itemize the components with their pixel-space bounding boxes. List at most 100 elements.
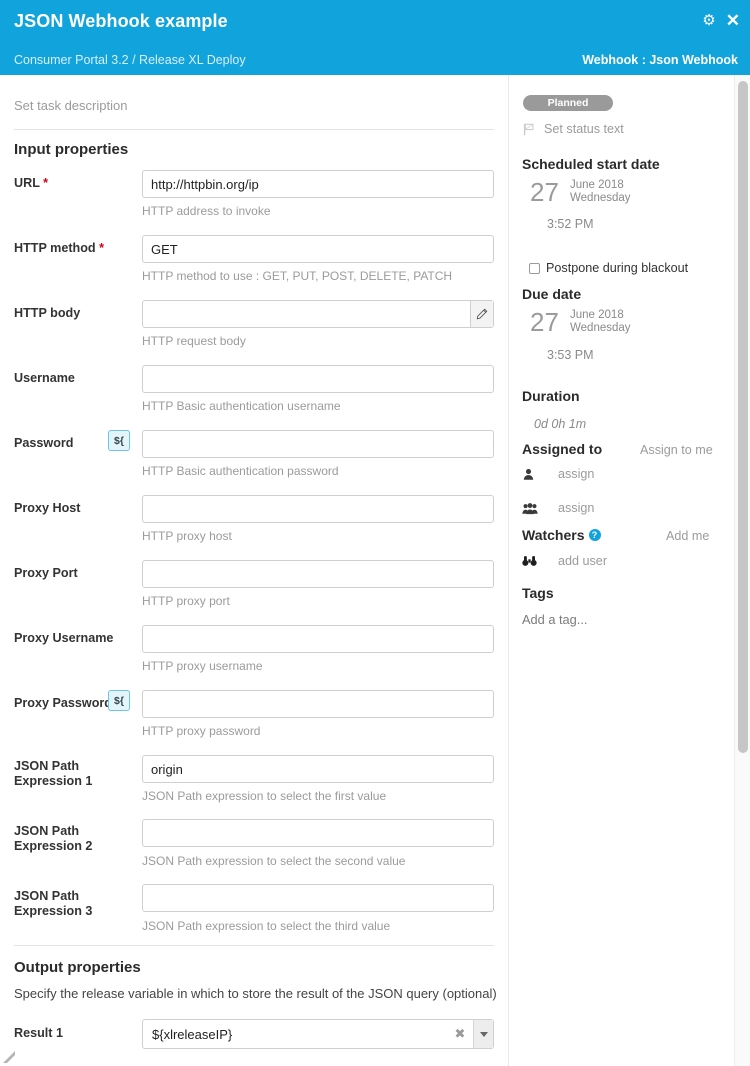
duration-heading: Duration bbox=[522, 388, 580, 404]
users-group-icon bbox=[522, 502, 546, 515]
vertical-scrollbar[interactable] bbox=[734, 75, 750, 1066]
field-help-proxy-host: HTTP proxy host bbox=[142, 529, 232, 543]
field-label-url: URL * bbox=[14, 176, 136, 191]
field-label-proxy-username: Proxy Username bbox=[14, 631, 114, 645]
add-me-button[interactable]: Add me bbox=[666, 529, 709, 543]
field-label-http-method: HTTP method * bbox=[14, 241, 136, 256]
field-help-password: HTTP Basic authentication password bbox=[142, 464, 339, 478]
field-label-json-path-2: JSON Path Expression 2 bbox=[14, 824, 93, 853]
add-watcher-label: add user bbox=[558, 554, 608, 568]
field-help-json-path-1: JSON Path expression to select the first… bbox=[142, 789, 387, 803]
divider-output bbox=[14, 945, 494, 946]
assign-user-label: assign bbox=[558, 467, 595, 481]
output-properties-subtitle: Specify the release variable in which to… bbox=[14, 986, 497, 1001]
scheduled-start-day[interactable]: 27 bbox=[530, 179, 559, 205]
caret-shape bbox=[479, 1031, 488, 1037]
field-label-proxy-port: Proxy Port bbox=[14, 566, 78, 580]
field-label-http-body: HTTP body bbox=[14, 306, 81, 320]
checkbox-box bbox=[529, 262, 540, 274]
postpone-during-blackout-checkbox[interactable]: Postpone during blackout bbox=[529, 261, 688, 275]
pencil-icon bbox=[476, 308, 488, 320]
json-path-1-input[interactable] bbox=[142, 755, 494, 783]
scheduled-start-weekday: Wednesday bbox=[570, 192, 631, 204]
proxy-password-input[interactable] bbox=[142, 690, 494, 718]
field-help-username: HTTP Basic authentication username bbox=[142, 399, 341, 413]
properties-form: Set task description Input properties UR… bbox=[0, 75, 508, 1066]
proxy-host-input[interactable] bbox=[142, 495, 494, 523]
sidebar-divider bbox=[508, 75, 509, 1066]
resize-handle[interactable] bbox=[2, 1050, 16, 1064]
json-path-2-input[interactable] bbox=[142, 819, 494, 847]
header-icon-group: ⚙ ✕ bbox=[702, 12, 740, 29]
status-text-label: Set status text bbox=[544, 122, 624, 136]
field-help-proxy-port: HTTP proxy port bbox=[142, 594, 230, 608]
required-marker-http-method: * bbox=[99, 241, 105, 255]
url-input[interactable] bbox=[142, 170, 494, 198]
field-label-json-path-3: JSON Path Expression 3 bbox=[14, 889, 93, 918]
field-label-result-1: Result 1 bbox=[14, 1026, 63, 1040]
clear-icon[interactable]: ✖ bbox=[447, 1026, 473, 1042]
watchers-heading-text: Watchers bbox=[522, 527, 585, 543]
scheduled-start-date-heading: Scheduled start date bbox=[522, 156, 660, 172]
webhook-type-label: Webhook : Json Webhook bbox=[582, 53, 738, 67]
password-input[interactable] bbox=[142, 430, 494, 458]
result-1-value: ${xlreleaseIP} bbox=[152, 1026, 233, 1042]
breadcrumb[interactable]: Consumer Portal 3.2 / Release XL Deploy bbox=[14, 53, 246, 67]
page-title: JSON Webhook example bbox=[14, 11, 228, 31]
dialog-header: JSON Webhook example ⚙ ✕ Consumer Portal… bbox=[0, 0, 750, 75]
proxy-port-input[interactable] bbox=[142, 560, 494, 588]
scheduled-start-month-year: June 2018 bbox=[570, 179, 624, 191]
assign-team-row[interactable]: assign bbox=[522, 501, 594, 515]
add-watcher-row[interactable]: add user bbox=[522, 554, 607, 568]
postpone-label: Postpone during blackout bbox=[546, 261, 689, 275]
field-help-json-path-2: JSON Path expression to select the secon… bbox=[142, 854, 406, 868]
due-date-weekday: Wednesday bbox=[570, 322, 631, 334]
task-properties-dialog: JSON Webhook example ⚙ ✕ Consumer Portal… bbox=[0, 0, 750, 1066]
field-help-http-body: HTTP request body bbox=[142, 334, 246, 348]
due-date-heading: Due date bbox=[522, 286, 582, 302]
assign-to-me-button[interactable]: Assign to me bbox=[640, 443, 713, 457]
field-help-url: HTTP address to invoke bbox=[142, 204, 271, 218]
assign-user-row[interactable]: assign bbox=[522, 467, 594, 481]
chevron-down-icon[interactable] bbox=[473, 1020, 493, 1048]
label-text-url: URL bbox=[14, 176, 40, 190]
help-circle-icon[interactable]: ? bbox=[588, 529, 601, 541]
field-help-json-path-3: JSON Path expression to select the third… bbox=[142, 919, 391, 933]
proxy-password-variable-button[interactable]: ${ bbox=[108, 690, 130, 711]
result-1-select[interactable]: ${xlreleaseIP} ✖ bbox=[142, 1019, 494, 1049]
status-badge[interactable]: Planned bbox=[523, 95, 613, 111]
gear-icon[interactable]: ⚙ bbox=[702, 13, 715, 28]
scheduled-start-time[interactable]: 3:52 PM bbox=[547, 217, 594, 231]
duration-value: 0d 0h 1m bbox=[534, 417, 587, 431]
required-marker-url: * bbox=[43, 176, 49, 190]
field-label-proxy-host: Proxy Host bbox=[14, 501, 81, 515]
due-date-month-year: June 2018 bbox=[570, 309, 624, 321]
username-input[interactable] bbox=[142, 365, 494, 393]
set-status-text-row[interactable]: Set status text bbox=[522, 122, 624, 136]
field-help-proxy-password: HTTP proxy password bbox=[142, 724, 261, 738]
close-icon[interactable]: ✕ bbox=[726, 12, 740, 29]
http-method-input[interactable] bbox=[142, 235, 494, 263]
http-body-input[interactable] bbox=[142, 300, 494, 328]
label-text-http-method: HTTP method bbox=[14, 241, 96, 255]
tags-heading: Tags bbox=[522, 585, 554, 601]
http-body-edit-button[interactable] bbox=[470, 301, 493, 327]
field-label-json-path-1: JSON Path Expression 1 bbox=[14, 759, 93, 788]
divider-top bbox=[14, 129, 494, 130]
scrollbar-thumb[interactable] bbox=[738, 81, 748, 753]
due-date-day[interactable]: 27 bbox=[530, 309, 559, 335]
input-properties-heading: Input properties bbox=[14, 141, 129, 158]
add-tag-input[interactable]: Add a tag... bbox=[522, 612, 587, 627]
dialog-body: Set task description Input properties UR… bbox=[0, 75, 750, 1066]
json-path-3-input[interactable] bbox=[142, 884, 494, 912]
task-sidebar: Planned Set status text Scheduled start … bbox=[508, 75, 732, 1066]
proxy-username-input[interactable] bbox=[142, 625, 494, 653]
password-variable-button[interactable]: ${ bbox=[108, 430, 130, 451]
output-properties-heading: Output properties bbox=[14, 959, 141, 976]
task-description-input[interactable]: Set task description bbox=[14, 98, 127, 113]
due-date-time[interactable]: 3:53 PM bbox=[547, 348, 594, 362]
assigned-to-heading: Assigned to bbox=[522, 441, 603, 457]
field-help-http-method: HTTP method to use : GET, PUT, POST, DEL… bbox=[142, 269, 453, 283]
flag-icon bbox=[523, 123, 534, 136]
watchers-heading: Watchers? bbox=[522, 527, 601, 543]
